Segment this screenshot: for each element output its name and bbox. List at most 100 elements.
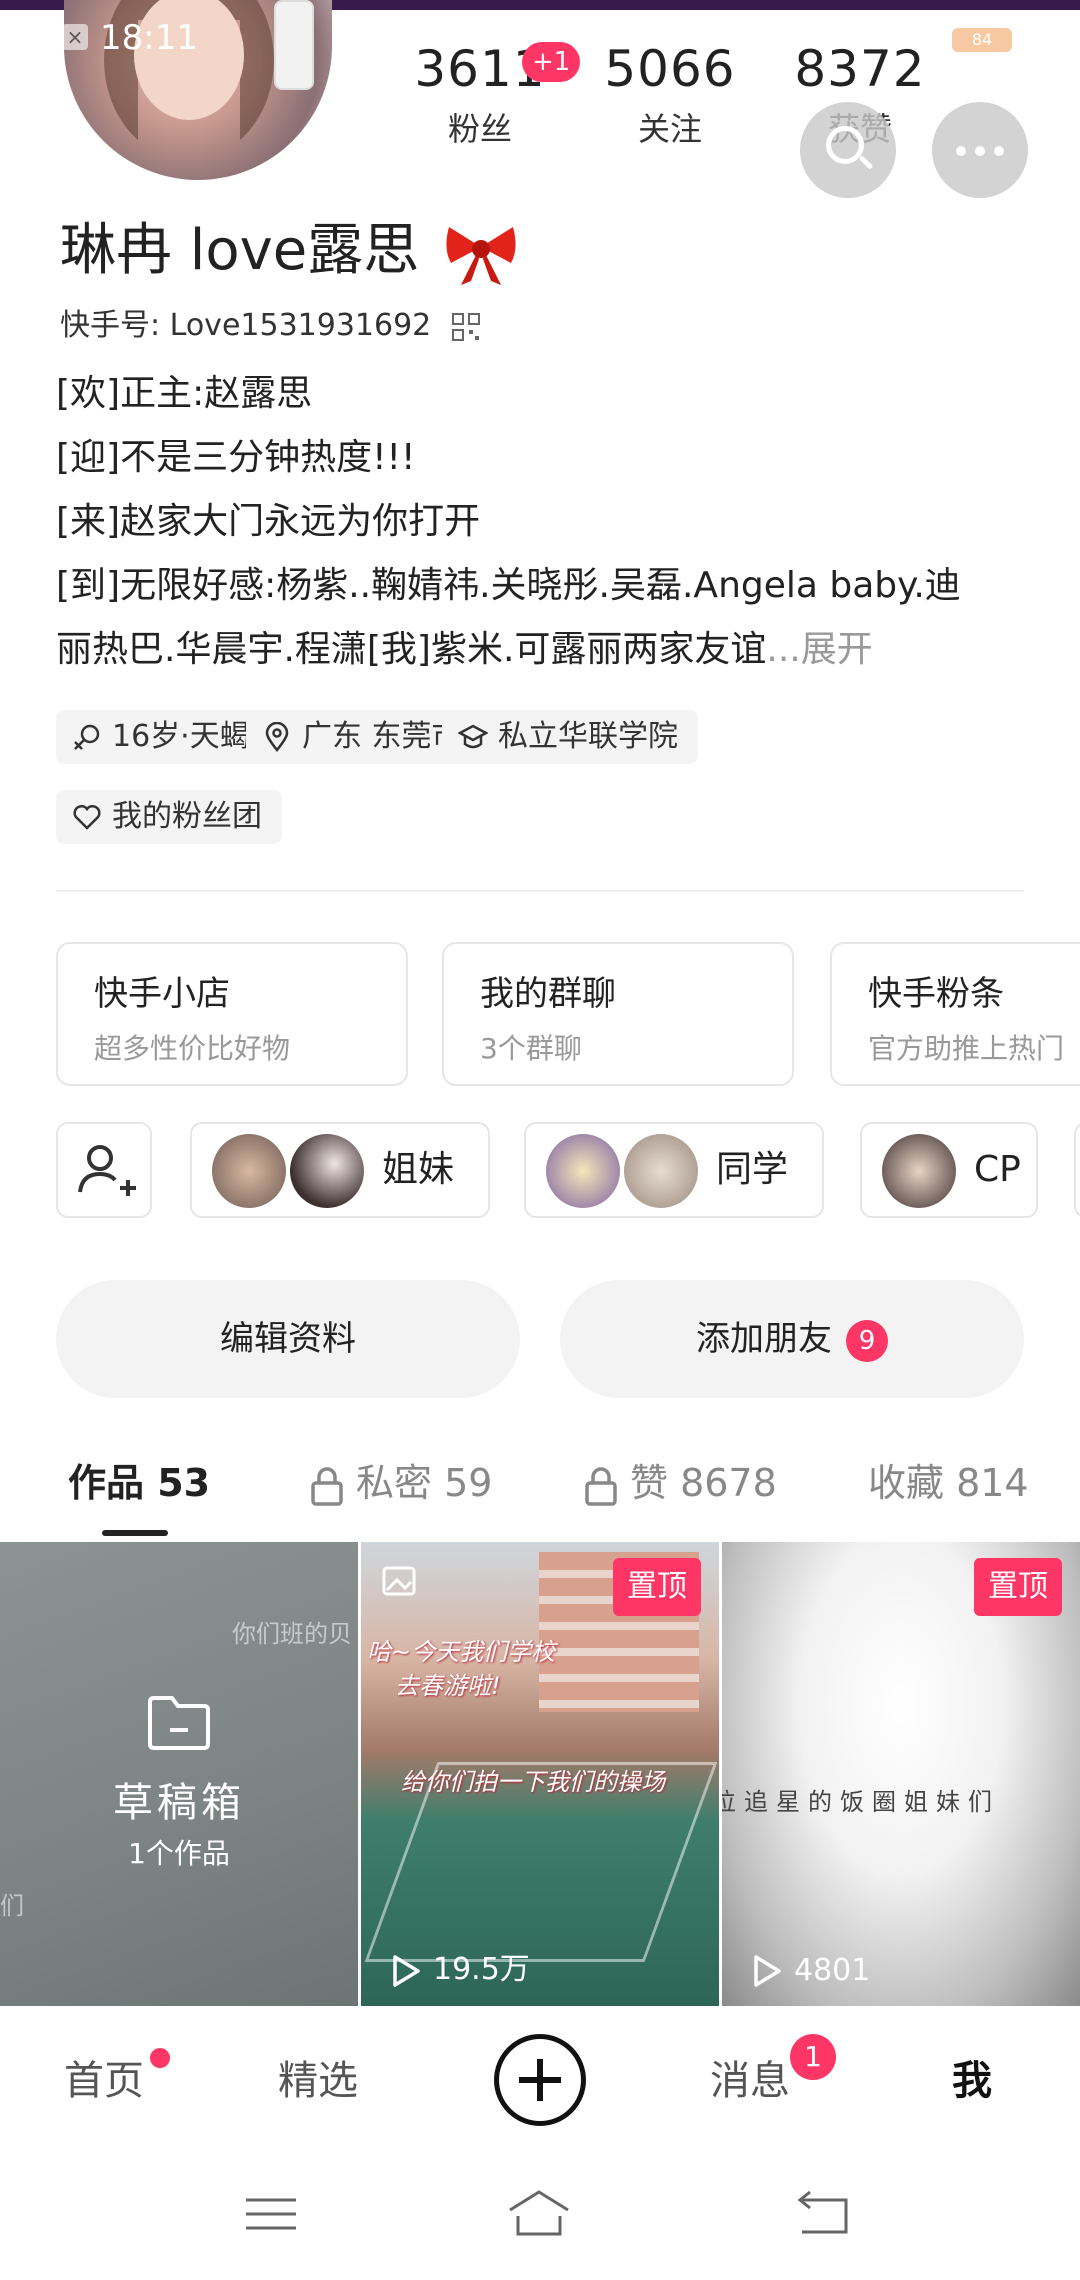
nav-home-label: 首页 [64, 2058, 144, 2104]
video-caption: 哈~今天我们学校 [367, 1638, 556, 1666]
edit-profile-button[interactable]: 编辑资料 [56, 1280, 520, 1398]
qrcode-icon[interactable] [451, 312, 481, 342]
pinned-badge: 置顶 [613, 1558, 701, 1616]
bio-line-last: 丽热巴.华晨宇.程潇[我]紫米.可露丽两家友谊...展开 [56, 618, 1016, 682]
stat-likes-value: 8372 [794, 40, 926, 98]
draft-title: 草稿箱 [113, 1780, 245, 1826]
video-caption: 位追星的饭圈姐妹们 [722, 1788, 1000, 1816]
nav-featured-label: 精选 [278, 2058, 358, 2104]
bio-line: [迎]不是三分钟热度!!! [56, 437, 416, 478]
bio-line: [欢]正主:赵露思 [56, 373, 313, 414]
play-count: 4801 [752, 1953, 870, 1989]
group-sisters[interactable]: 姐妹 [190, 1122, 490, 1218]
card-shop[interactable]: 快手小店 超多性价比好物 [56, 942, 408, 1086]
group-avatar [212, 1134, 286, 1208]
group-classmates[interactable]: 同学 [524, 1122, 824, 1218]
nav-home[interactable]: 首页 [64, 2006, 144, 2156]
card-promote-subtitle: 官方助推上热门 [868, 1032, 1065, 1065]
stat-following-value: 5066 [604, 40, 736, 98]
messages-badge: 1 [790, 2034, 836, 2080]
create-button[interactable] [494, 2034, 586, 2126]
gender-icon [74, 724, 100, 750]
play-count: 19.5万 [391, 1944, 530, 1988]
draft-overlay: 草稿箱 1个作品 [0, 1542, 358, 2006]
bio-line: 丽热巴.华晨宇.程潇[我]紫米.可露丽两家友谊 [56, 629, 767, 670]
nav-me-label: 我 [952, 2058, 992, 2104]
card-shop-subtitle: 超多性价比好物 [94, 1032, 291, 1065]
group-avatar [624, 1134, 698, 1208]
pinned-badge: 置顶 [974, 1558, 1062, 1616]
bow-icon [446, 226, 516, 285]
tab-private-label: 私密 59 [356, 1461, 493, 1505]
nav-me[interactable]: 我 [952, 2006, 992, 2156]
bio-line: [来]赵家大门永远为你打开 [56, 501, 481, 542]
group-more[interactable] [1074, 1122, 1080, 1218]
edit-profile-label: 编辑资料 [220, 1319, 356, 1359]
tag-fanclub-text: 我的粉丝团 [112, 799, 262, 834]
video-card[interactable]: 位追星的饭圈姐妹们 置顶 4801 [722, 1542, 1080, 2006]
profile-stats: 3611 粉丝 5066 关注 8372 获赞 [390, 40, 1010, 170]
group-classmates-label: 同学 [716, 1149, 789, 1190]
tab-works[interactable]: 作品 53 [68, 1448, 210, 1518]
group-avatar [546, 1134, 620, 1208]
draft-box[interactable]: 你们班的贝 们 草稿箱 1个作品 [0, 1542, 358, 2006]
add-friend-button[interactable]: 添加朋友 9 [560, 1280, 1024, 1398]
kuaishou-id[interactable]: 快手号: Love1531931692 [60, 300, 481, 344]
bio-expand-link[interactable]: ...展开 [766, 629, 872, 670]
avatar-phone [274, 0, 314, 90]
bio-line: [到]无限好感:杨紫..鞠婧祎.关晓彤.吴磊.Angela baby.迪 [56, 565, 961, 606]
works-grid: 你们班的贝 们 草稿箱 1个作品 哈~今天我们学校 去春游啦! 给你们拍一下我们… [0, 1542, 1080, 2006]
card-promote[interactable]: 快手粉条 官方助推上热门 [830, 942, 1080, 1086]
fans-new-badge: +1 [522, 42, 581, 82]
video-card[interactable]: 哈~今天我们学校 去春游啦! 给你们拍一下我们的操场 置顶 19.5万 [361, 1542, 719, 2006]
tab-favorites[interactable]: 收藏 814 [868, 1448, 1029, 1518]
group-avatar [882, 1134, 956, 1208]
image-icon [382, 1566, 416, 1596]
nav-messages[interactable]: 消息 [710, 2006, 790, 2156]
kuaishou-id-text: 快手号: Love1531931692 [60, 308, 432, 343]
card-group-chat-subtitle: 3个群聊 [480, 1032, 582, 1065]
divider [56, 890, 1024, 892]
heart-icon [73, 804, 101, 830]
group-sisters-label: 姐妹 [382, 1149, 455, 1190]
group-cp[interactable]: CP [860, 1122, 1038, 1218]
profile-name: 琳冉 love露思 [60, 205, 519, 289]
menu-icon[interactable] [236, 2186, 306, 2242]
card-shop-title: 快手小店 [94, 974, 230, 1014]
system-nav [0, 2156, 1080, 2280]
play-icon [393, 1954, 420, 1987]
close-icon[interactable]: × [62, 24, 88, 50]
tab-works-label: 作品 53 [68, 1461, 211, 1505]
card-group-chat[interactable]: 我的群聊 3个群聊 [442, 942, 794, 1086]
feature-cards: 快手小店 超多性价比好物 我的群聊 3个群聊 快手粉条 官方助推上热门 [56, 942, 1080, 1088]
tab-favorites-label: 收藏 814 [868, 1461, 1029, 1505]
school-icon [458, 724, 488, 749]
profile-name-text: 琳冉 love露思 [60, 218, 420, 283]
tag-fanclub[interactable]: 我的粉丝团 [56, 790, 282, 844]
status-time: 18:11 [100, 18, 198, 58]
bottom-nav: 首页 精选 消息 1 我 [0, 2006, 1080, 2156]
more-button[interactable] [932, 102, 1028, 198]
more-icon [956, 146, 966, 156]
tab-active-indicator [102, 1530, 168, 1536]
home-icon[interactable] [504, 2186, 574, 2242]
back-icon[interactable] [788, 2186, 858, 2242]
search-button[interactable] [800, 102, 896, 198]
add-group-button[interactable] [56, 1122, 152, 1218]
card-promote-title: 快手粉条 [868, 974, 1004, 1014]
profile-bio: [欢]正主:赵露思 [迎]不是三分钟热度!!! [来]赵家大门永远为你打开 [到… [56, 362, 1016, 682]
tab-likes-label: 赞 8678 [630, 1461, 777, 1505]
video-caption: 给你们拍一下我们的操场 [401, 1768, 665, 1796]
tab-likes[interactable]: 赞 8678 [584, 1448, 777, 1518]
add-friend-badge: 9 [846, 1319, 888, 1362]
add-user-icon [78, 1145, 136, 1196]
nav-featured[interactable]: 精选 [278, 2006, 358, 2156]
tag-location-text: 广东 东莞市 [302, 719, 462, 754]
play-count-value: 19.5万 [433, 1952, 530, 1987]
tag-school[interactable]: 私立华联学院 [442, 710, 698, 764]
friend-groups: 姐妹 同学 CP [56, 1122, 1080, 1218]
tab-private[interactable]: 私密 59 [310, 1448, 492, 1518]
stat-following[interactable]: 5066 关注 [580, 40, 760, 150]
home-notification-dot [150, 2048, 170, 2068]
folder-icon [148, 1696, 210, 1750]
